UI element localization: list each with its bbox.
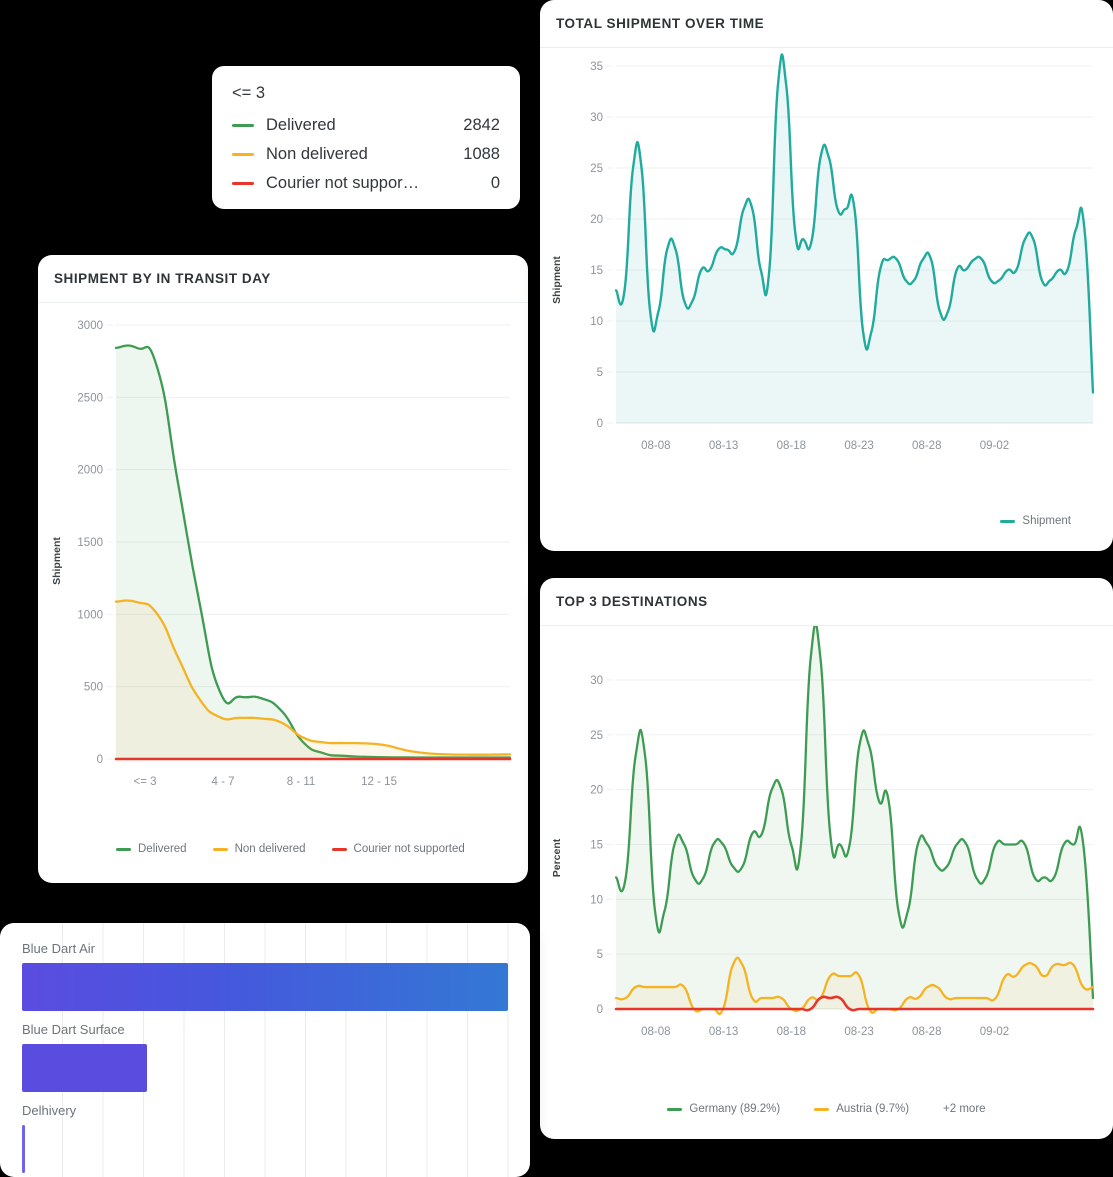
svg-text:35: 35 bbox=[590, 61, 603, 73]
svg-text:08-08: 08-08 bbox=[641, 440, 670, 452]
svg-text:2500: 2500 bbox=[77, 392, 103, 404]
svg-text:25: 25 bbox=[590, 163, 603, 175]
legend-label: Austria (9.7%) bbox=[836, 1103, 910, 1115]
svg-text:15: 15 bbox=[590, 839, 603, 851]
svg-text:1000: 1000 bbox=[77, 609, 103, 621]
svg-text:08-13: 08-13 bbox=[709, 1026, 738, 1038]
bar-fill[interactable] bbox=[22, 1044, 147, 1092]
chart-tooltip: <= 3 Delivered 2842 Non delivered 1088 C… bbox=[212, 66, 520, 209]
legend-label: Germany (89.2%) bbox=[689, 1103, 781, 1115]
svg-text:10: 10 bbox=[590, 316, 603, 328]
page-title: TOP 3 DESTINATIONS bbox=[556, 594, 708, 609]
svg-text:<= 3: <= 3 bbox=[133, 776, 156, 788]
card-header: TOP 3 DESTINATIONS bbox=[540, 578, 1113, 626]
svg-text:08-28: 08-28 bbox=[912, 440, 941, 452]
svg-text:0: 0 bbox=[597, 418, 603, 430]
tooltip-series-value: 1088 bbox=[463, 145, 500, 163]
svg-text:09-02: 09-02 bbox=[980, 1026, 1009, 1038]
page-title: TOTAL SHIPMENT OVER TIME bbox=[556, 16, 765, 31]
svg-text:08-13: 08-13 bbox=[709, 440, 738, 452]
svg-text:15: 15 bbox=[590, 265, 603, 277]
courier-bar-chart-card: Blue Dart Air Blue Dart Surface Delhiver… bbox=[0, 923, 530, 1177]
svg-text:10: 10 bbox=[590, 894, 603, 906]
bar-label: Blue Dart Air bbox=[22, 941, 95, 956]
svg-text:30: 30 bbox=[590, 675, 603, 687]
bar-label: Delhivery bbox=[22, 1103, 77, 1118]
svg-text:0: 0 bbox=[97, 754, 103, 766]
legend-item[interactable]: Austria (9.7%) bbox=[814, 1103, 909, 1115]
legend-item[interactable]: Delivered bbox=[116, 843, 187, 855]
transit-legend: Delivered Non delivered Courier not supp… bbox=[116, 843, 465, 855]
legend-swatch bbox=[116, 847, 131, 851]
svg-text:20: 20 bbox=[590, 785, 603, 797]
svg-text:1500: 1500 bbox=[77, 537, 103, 549]
svg-text:08-23: 08-23 bbox=[844, 1026, 873, 1038]
y-axis-label: Percent bbox=[551, 838, 563, 877]
legend-more-button[interactable]: +2 more bbox=[943, 1103, 986, 1115]
legend-item[interactable]: Germany (89.2%) bbox=[667, 1103, 780, 1115]
transit-chart-svg: 0 500 1000 1500 2000 2500 3000 Shipment <= 3 4 … bbox=[51, 320, 512, 788]
y-axis-label: Shipment bbox=[51, 537, 63, 585]
svg-text:08-23: 08-23 bbox=[844, 440, 873, 452]
y-axis-label: Shipment bbox=[551, 256, 563, 304]
svg-text:8 - 11: 8 - 11 bbox=[287, 776, 316, 788]
svg-text:500: 500 bbox=[84, 682, 103, 694]
legend-label: Shipment bbox=[1022, 515, 1071, 527]
svg-text:08-28: 08-28 bbox=[912, 1026, 941, 1038]
svg-text:5: 5 bbox=[597, 949, 603, 961]
svg-text:2000: 2000 bbox=[77, 465, 103, 477]
card-header: TOTAL SHIPMENT OVER TIME bbox=[540, 0, 1113, 48]
page-title: SHIPMENT BY IN TRANSIT DAY bbox=[54, 271, 271, 286]
legend-swatch bbox=[1000, 519, 1016, 523]
top-3-destinations-card: TOP 3 DESTINATIONS 0 5 10 15 20 25 30 Percent … bbox=[540, 578, 1113, 1139]
svg-text:08-08: 08-08 bbox=[641, 1026, 670, 1038]
legend-swatch bbox=[667, 1107, 683, 1111]
bar-fill[interactable] bbox=[22, 1125, 25, 1173]
destinations-legend: Germany (89.2%) Austria (9.7%) +2 more bbox=[540, 1103, 1113, 1115]
svg-text:12 - 15: 12 - 15 bbox=[361, 776, 397, 788]
legend-label: Courier not supported bbox=[353, 843, 465, 855]
tooltip-row: Delivered 2842 bbox=[232, 116, 500, 135]
svg-text:5: 5 bbox=[597, 367, 603, 379]
bar-label: Blue Dart Surface bbox=[22, 1022, 125, 1037]
tooltip-row: Non delivered 1088 bbox=[232, 145, 500, 164]
svg-text:25: 25 bbox=[590, 730, 603, 742]
legend-item[interactable]: Non delivered bbox=[212, 843, 306, 855]
tooltip-series-value: 2842 bbox=[463, 116, 500, 134]
destinations-chart-svg: 0 5 10 15 20 25 30 Percent 08-08 08-13 08-18 08-2… bbox=[551, 626, 1095, 1038]
shipment-by-in-transit-day-card: SHIPMENT BY IN TRANSIT DAY 0 500 1000 1500 2… bbox=[38, 255, 528, 883]
card-header: SHIPMENT BY IN TRANSIT DAY bbox=[38, 255, 528, 303]
shipment-legend: Shipment bbox=[1000, 515, 1071, 527]
svg-text:0: 0 bbox=[597, 1004, 603, 1016]
tooltip-swatch bbox=[232, 124, 254, 127]
bar-item[interactable]: Blue Dart Surface bbox=[22, 1022, 508, 1092]
legend-swatch bbox=[331, 847, 347, 851]
svg-text:3000: 3000 bbox=[77, 320, 103, 332]
svg-text:08-18: 08-18 bbox=[777, 440, 806, 452]
bar-item[interactable]: Delhivery bbox=[22, 1103, 508, 1173]
tooltip-series-value: 0 bbox=[490, 174, 500, 192]
total-shipment-over-time-card: TOTAL SHIPMENT OVER TIME 0 5 10 15 20 25 30 35 … bbox=[540, 0, 1113, 551]
svg-text:20: 20 bbox=[590, 214, 603, 226]
tooltip-header: <= 3 bbox=[232, 84, 266, 102]
legend-label: Non delivered bbox=[234, 843, 306, 855]
svg-text:09-02: 09-02 bbox=[980, 440, 1009, 452]
tooltip-swatch bbox=[232, 153, 254, 156]
svg-text:08-18: 08-18 bbox=[777, 1026, 806, 1038]
svg-text:30: 30 bbox=[590, 112, 603, 124]
legend-swatch bbox=[814, 1107, 830, 1111]
bar-fill[interactable] bbox=[22, 963, 508, 1011]
bar-item[interactable]: Blue Dart Air bbox=[22, 941, 508, 1011]
svg-text:4 - 7: 4 - 7 bbox=[212, 776, 235, 788]
tooltip-series-name: Non delivered bbox=[266, 145, 368, 163]
legend-swatch bbox=[212, 847, 228, 851]
tooltip-series-name: Delivered bbox=[266, 116, 336, 134]
legend-item[interactable]: Courier not supported bbox=[331, 843, 465, 855]
tooltip-swatch bbox=[232, 182, 254, 185]
tooltip-row: Courier not suppor… 0 bbox=[232, 174, 500, 193]
tooltip-series-name: Courier not suppor… bbox=[266, 174, 420, 192]
legend-label: Delivered bbox=[138, 843, 187, 855]
legend-item[interactable]: Shipment bbox=[1000, 515, 1071, 527]
shipment-chart-svg: 0 5 10 15 20 25 30 35 Shipment 08-08 08-13 08-18 0… bbox=[551, 53, 1095, 452]
